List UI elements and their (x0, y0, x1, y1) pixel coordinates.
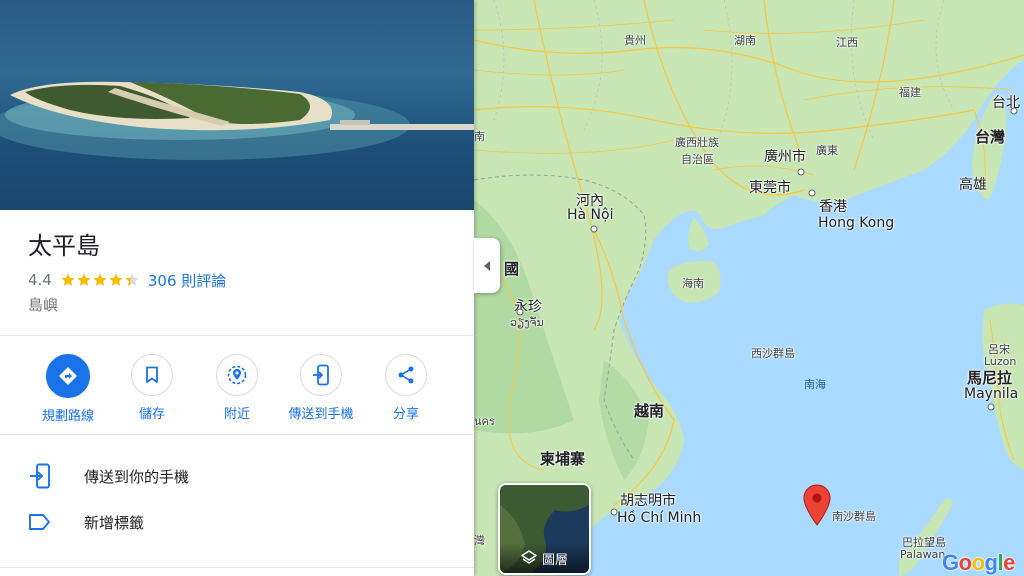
directions-button[interactable]: 規劃路線 (26, 354, 110, 424)
divider (0, 567, 474, 568)
google-logo-letter: G (942, 550, 959, 575)
star-icon (93, 273, 107, 286)
place-category: 島嶼 (28, 296, 59, 314)
directions-label: 規劃路線 (41, 409, 94, 424)
nearby-icon (216, 354, 258, 396)
map-label-taiwan: 台灣 (975, 128, 1006, 146)
map-label-hongkong-zh: 香港 (819, 199, 847, 215)
share-button[interactable]: 分享 (364, 354, 448, 422)
google-logo: Google (942, 550, 1015, 576)
directions-icon (46, 354, 90, 398)
map-label-cambodia: 柬埔寨 (540, 450, 586, 468)
rating-value: 4.4 (28, 271, 52, 289)
caret-left-icon (484, 260, 490, 271)
google-logo-letter: e (1003, 550, 1015, 575)
collapse-panel-button[interactable] (474, 238, 500, 293)
map-label-nkhon: นคร (474, 415, 495, 428)
map-label-vientiane-zh: 永珍 (514, 299, 542, 315)
google-logo-letter: o (958, 550, 972, 575)
google-logo-letter: g (984, 550, 998, 575)
map-label-nanhai: 南海 (804, 378, 826, 391)
place-title: 太平島 (28, 232, 100, 260)
layers-label-wrap: 圖層 (500, 543, 589, 573)
label-icon (0, 513, 84, 531)
rating-row: 4.4 306 則評論 (28, 270, 226, 290)
map-label-guangxi-2: 自治區 (681, 153, 714, 166)
save-button[interactable]: 儲存 (110, 354, 194, 422)
map-label-palawan-en: Palawan (900, 548, 946, 561)
reviews-link[interactable]: 306 則評論 (148, 270, 226, 291)
map-label-guangdong: 廣東 (816, 144, 838, 157)
send-to-phone-button[interactable]: 傳送到手機 (279, 354, 363, 422)
send-to-phone-icon (300, 354, 342, 396)
star-icon (61, 273, 75, 286)
place-panel: 太平島 4.4 306 則評論 島嶼 規劃路線 儲存 附近 傳送到手機 分享 傳… (0, 0, 474, 576)
place-photo[interactable] (0, 0, 474, 210)
star-icon (125, 273, 139, 286)
add-label-row[interactable]: 新增標籤 (0, 498, 474, 546)
map-label-guangzhou: 廣州市 (764, 149, 806, 165)
save-label: 儲存 (138, 407, 165, 422)
share-label: 分享 (392, 407, 419, 422)
rating-stars (60, 272, 140, 288)
map-label-guangxi: 廣西壯族 (675, 136, 719, 149)
map-label-nansha: 南沙群島 (832, 510, 876, 523)
map-label-hcm-zh: 胡志明市 (620, 493, 676, 509)
map-label-manila-en: Maynila (964, 386, 1019, 402)
bookmark-icon (131, 354, 173, 396)
map-label-guizhou: 貴州 (624, 34, 646, 47)
map-label-taibei: 台北 (992, 95, 1020, 111)
map-label-hcm-en: Hồ Chí Minh (617, 510, 702, 526)
map-label-vientiane-lao: ວຽງຈັນ (510, 316, 544, 329)
send-to-phone-icon (0, 463, 84, 489)
map-label-hanoi-en: Hà Nội (567, 207, 614, 223)
layers-label: 圖層 (541, 552, 568, 568)
add-label-text: 新增標籤 (84, 513, 145, 532)
share-icon (385, 354, 427, 396)
divider (0, 434, 474, 435)
send-to-phone-label: 傳送到手機 (288, 407, 354, 422)
google-logo-letter: o (971, 550, 985, 575)
star-icon (77, 273, 91, 286)
map-label-gaoxiong: 高雄 (959, 177, 987, 193)
send-to-your-phone-label: 傳送到你的手機 (84, 467, 190, 486)
map-label-dongguan: 東莞市 (749, 180, 791, 196)
map-label-manila-zh: 馬尼拉 (967, 369, 1013, 387)
map-pin-icon[interactable] (803, 484, 831, 530)
nearby-label: 附近 (223, 407, 250, 422)
map-label-wan: 灣 (474, 534, 485, 547)
map-label-nan: 南 (474, 130, 485, 143)
nearby-button[interactable]: 附近 (195, 354, 279, 422)
map-label-xisha: 西沙群島 (751, 347, 795, 360)
map-label-hongkong-en: Hong Kong (818, 215, 895, 231)
layers-icon (521, 550, 537, 564)
map-label-vietnam: 越南 (634, 402, 665, 420)
map-label-hainan: 海南 (682, 277, 704, 290)
divider (0, 335, 474, 336)
layers-button[interactable]: 圖層 (498, 483, 591, 575)
map-label-fujian: 福建 (899, 86, 921, 99)
map-label-jiangxi: 江西 (836, 36, 858, 49)
map-label-guo: 國 (504, 260, 520, 278)
send-to-your-phone-row[interactable]: 傳送到你的手機 (0, 452, 474, 500)
star-icon (109, 273, 123, 286)
map-label-hunan: 湖南 (734, 34, 756, 47)
